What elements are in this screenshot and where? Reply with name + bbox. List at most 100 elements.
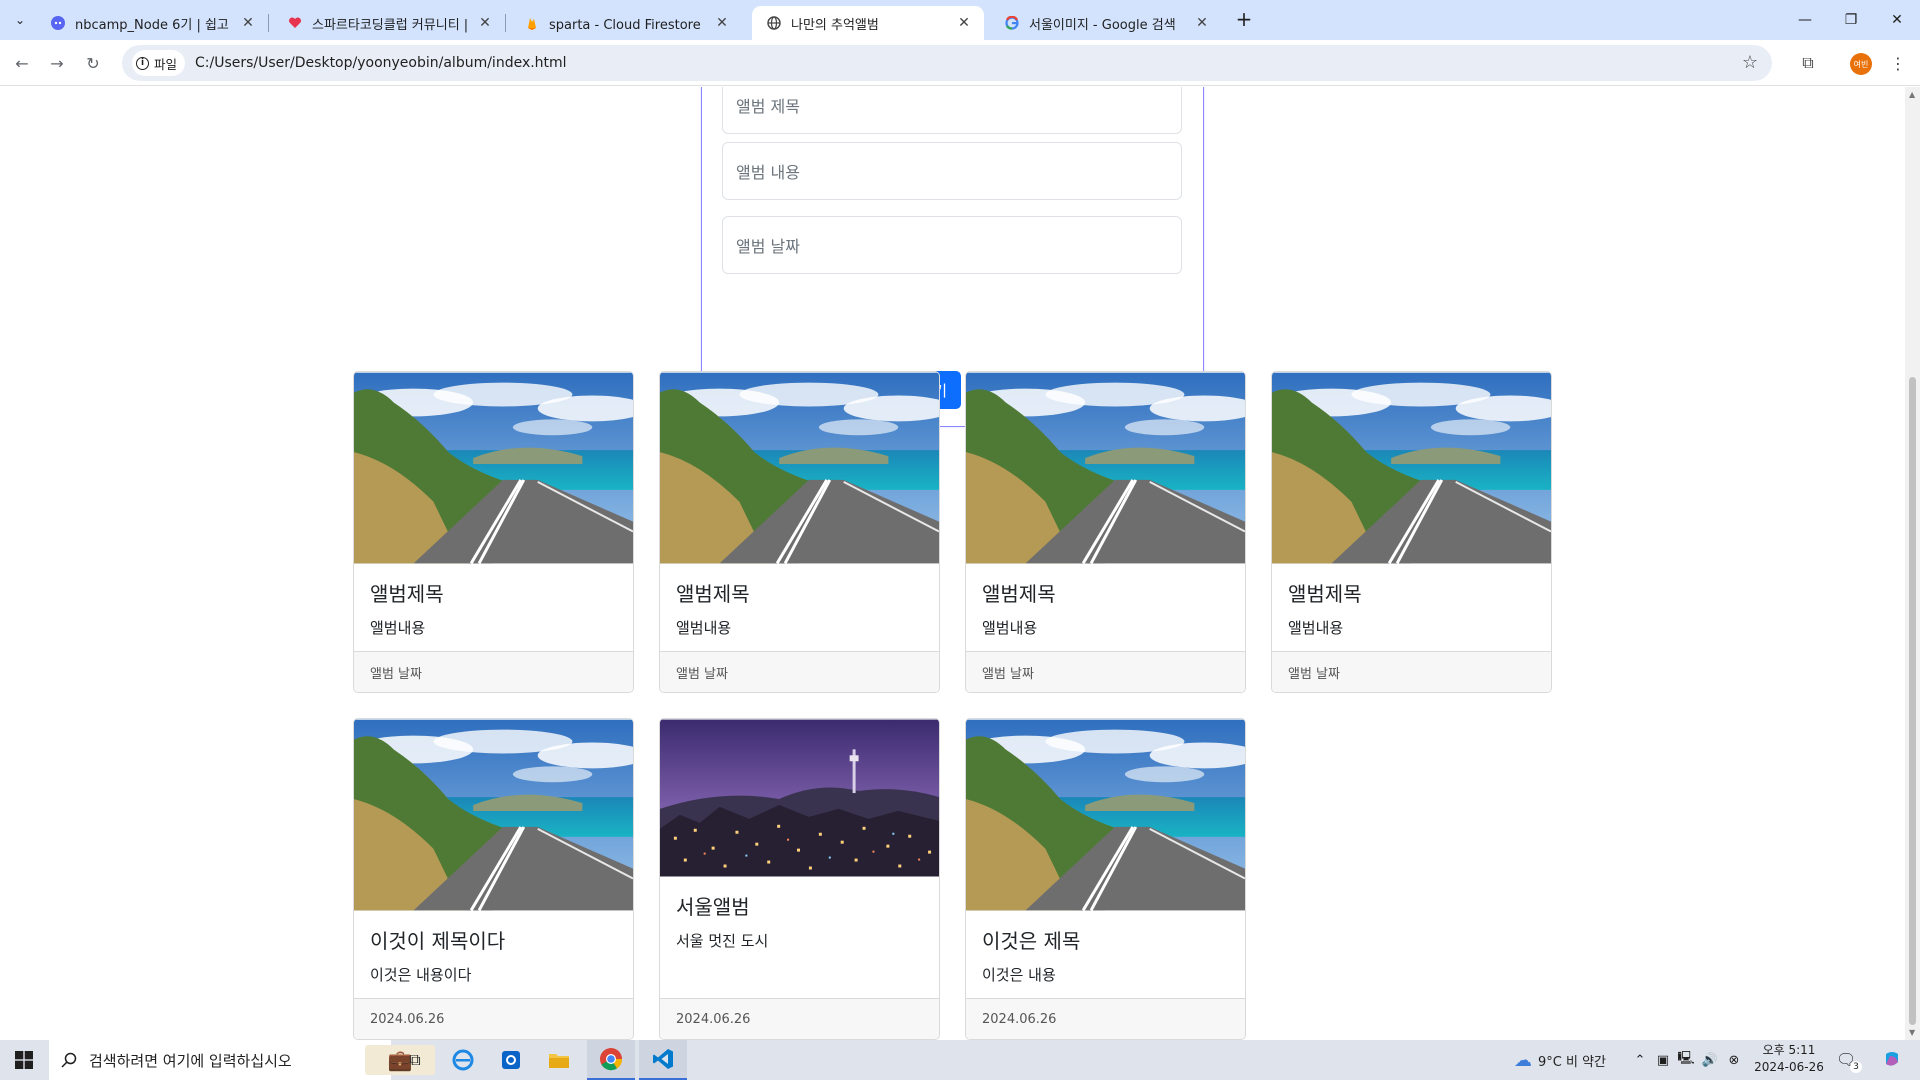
album-title: 서울앨범 <box>676 895 750 919</box>
taskbar-chrome[interactable] <box>587 1040 635 1080</box>
google-icon <box>1004 15 1020 31</box>
close-icon[interactable]: ✕ <box>956 15 972 31</box>
scroll-thumb[interactable] <box>1909 377 1916 1025</box>
album-image <box>354 372 633 564</box>
album-image <box>354 719 633 911</box>
tab-firestore[interactable]: sparta - Cloud Firestore - 데이 ✕ <box>510 6 742 40</box>
album-card[interactable]: 서울앨범 서울 멋진 도시 2024.06.26 <box>659 718 940 1040</box>
globe-icon <box>766 15 782 31</box>
start-button[interactable] <box>0 1040 48 1080</box>
album-image <box>660 372 939 564</box>
copilot-icon <box>1886 1052 1898 1066</box>
album-date: 앨범 날짜 <box>966 651 1245 692</box>
volume-button[interactable]: 🔊 <box>1698 1040 1722 1080</box>
volume-icon: 🔊 <box>1701 1052 1719 1068</box>
minimize-icon: — <box>1798 12 1812 28</box>
close-icon[interactable]: ✕ <box>714 15 730 31</box>
taskbar-file-explorer[interactable] <box>535 1040 583 1080</box>
tab-google-search[interactable]: 서울이미지 - Google 검색 ✕ <box>990 6 1222 40</box>
album-content: 앨범내용 <box>982 619 1038 637</box>
site-info-label: 파일 <box>154 56 178 72</box>
vscode-icon <box>653 1049 673 1069</box>
album-date: 2024.06.26 <box>660 998 939 1039</box>
copilot-button[interactable] <box>1872 1040 1912 1080</box>
puzzle-icon: ⧉ <box>1802 53 1814 72</box>
reload-button[interactable]: ↻ <box>80 50 106 76</box>
tab-title: sparta - Cloud Firestore - 데이 <box>549 17 705 33</box>
album-content: 앨범내용 <box>370 619 426 637</box>
album-title-input[interactable]: 앨범 제목 <box>722 87 1182 134</box>
restore-icon: ❐ <box>1844 12 1858 28</box>
page-scrollbar[interactable]: ▲ ▼ <box>1905 87 1920 1040</box>
menu-button[interactable]: ⋮ <box>1886 51 1910 75</box>
profile-avatar[interactable]: 여빈 <box>1850 53 1872 75</box>
album-card[interactable]: 이것이 제목이다 이것은 내용이다 2024.06.26 <box>353 718 634 1040</box>
tab-title: nbcamp_Node 6기 | 쉽고 재미 <box>75 17 231 33</box>
tray-device-icon[interactable]: ▣ <box>1652 1040 1674 1080</box>
album-date: 앨범 날짜 <box>354 651 633 692</box>
album-card[interactable]: 앨범제목 앨범내용 앨범 날짜 <box>1271 371 1552 693</box>
album-image <box>1272 372 1551 564</box>
task-view-button[interactable]: ⧉ <box>391 1040 439 1080</box>
windows-taskbar: 검색하려면 여기에 입력하십시오 💼 ⧉ ☁ 9°C 비 약간 ⌃ ▣ 🖳 🔊 … <box>0 1040 1920 1080</box>
network-button[interactable]: 🖳 <box>1674 1040 1698 1080</box>
album-date-input[interactable]: 앨범 날짜 <box>722 216 1182 274</box>
url-text[interactable]: C:/Users/User/Desktop/yoonyeobin/album/i… <box>195 55 567 71</box>
tab-search-button[interactable]: ⌄ <box>8 8 32 32</box>
arrow-left-icon: ← <box>15 53 29 73</box>
plus-icon: + <box>1235 7 1253 31</box>
site-info-chip[interactable]: i 파일 <box>132 50 186 76</box>
address-bar[interactable]: i 파일 C:/Users/User/Desktop/yoonyeobin/al… <box>122 45 1772 81</box>
new-tab-button[interactable]: + <box>1232 8 1256 32</box>
page-viewport: 앨범 제목 앨범 내용 앨범 날짜 기록하기 닫기 앨범제목 앨범내용 앨범 날… <box>0 87 1905 1040</box>
album-content: 이것은 내용 <box>982 966 1056 984</box>
weather-widget[interactable]: ☁ 9°C 비 약간 <box>1500 1040 1620 1080</box>
close-icon[interactable]: ✕ <box>240 15 256 31</box>
album-title: 이것은 제목 <box>982 929 1081 953</box>
internet-explorer-icon <box>452 1049 474 1071</box>
notification-count-badge: 3 <box>1850 1061 1862 1073</box>
album-title: 이것이 제목이다 <box>370 929 506 953</box>
extensions-button[interactable]: ⧉ <box>1796 51 1820 75</box>
tray-status-button[interactable]: ⊗ <box>1722 1040 1746 1080</box>
tab-memory-album[interactable]: 나만의 추억앨범 ✕ <box>752 6 984 40</box>
browser-toolbar: ← → ↻ i 파일 C:/Users/User/Desktop/yoonyeo… <box>0 40 1920 86</box>
tab-nbcamp[interactable]: nbcamp_Node 6기 | 쉽고 재미 ✕ <box>36 6 269 40</box>
album-image <box>660 719 939 877</box>
tab-title: 스파르타코딩클럽 커뮤니티 | 스 <box>312 17 468 33</box>
album-image <box>966 372 1245 564</box>
star-icon[interactable]: ☆ <box>1742 52 1758 73</box>
taskbar-outlook[interactable] <box>487 1040 535 1080</box>
album-date: 앨범 날짜 <box>1272 651 1551 692</box>
album-card[interactable]: 이것은 제목 이것은 내용 2024.06.26 <box>965 718 1246 1040</box>
close-icon: ✕ <box>1891 12 1903 28</box>
taskbar-search[interactable]: 검색하려면 여기에 입력하십시오 💼 <box>49 1040 435 1080</box>
clock-time: 오후 5:11 <box>1762 1043 1816 1057</box>
scroll-up-icon[interactable]: ▲ <box>1909 90 1915 99</box>
taskbar-vscode[interactable] <box>639 1040 687 1080</box>
restore-button[interactable]: ❐ <box>1828 0 1874 40</box>
close-icon[interactable]: ✕ <box>1194 15 1210 31</box>
scroll-down-icon[interactable]: ▼ <box>1909 1028 1915 1037</box>
album-content-input[interactable]: 앨범 내용 <box>722 142 1182 200</box>
close-window-button[interactable]: ✕ <box>1874 0 1920 40</box>
forward-button[interactable]: → <box>44 50 70 76</box>
album-card[interactable]: 앨범제목 앨범내용 앨범 날짜 <box>659 371 940 693</box>
close-icon[interactable]: ✕ <box>477 15 493 31</box>
device-icon: ▣ <box>1656 1052 1670 1068</box>
album-card[interactable]: 앨범제목 앨범내용 앨범 날짜 <box>353 371 634 693</box>
album-date: 2024.06.26 <box>354 998 633 1039</box>
show-hidden-icons-button[interactable]: ⌃ <box>1628 1040 1652 1080</box>
taskbar-clock[interactable]: 오후 5:11 2024-06-26 <box>1748 1042 1830 1076</box>
tab-title: 서울이미지 - Google 검색 <box>1029 17 1176 33</box>
chevron-up-icon: ⌃ <box>1634 1052 1646 1068</box>
taskbar-edge-legacy[interactable] <box>439 1040 487 1080</box>
tab-title: 나만의 추억앨범 <box>791 17 879 33</box>
minimize-button[interactable]: — <box>1782 0 1828 40</box>
discord-icon <box>50 15 66 31</box>
album-card[interactable]: 앨범제목 앨범내용 앨범 날짜 <box>965 371 1246 693</box>
rain-cloud-icon: ☁ <box>1514 1049 1532 1071</box>
back-button[interactable]: ← <box>9 50 35 76</box>
tab-sparta-community[interactable]: 스파르타코딩클럽 커뮤니티 | 스 ✕ <box>273 6 506 40</box>
search-placeholder: 검색하려면 여기에 입력하십시오 <box>89 1051 292 1070</box>
